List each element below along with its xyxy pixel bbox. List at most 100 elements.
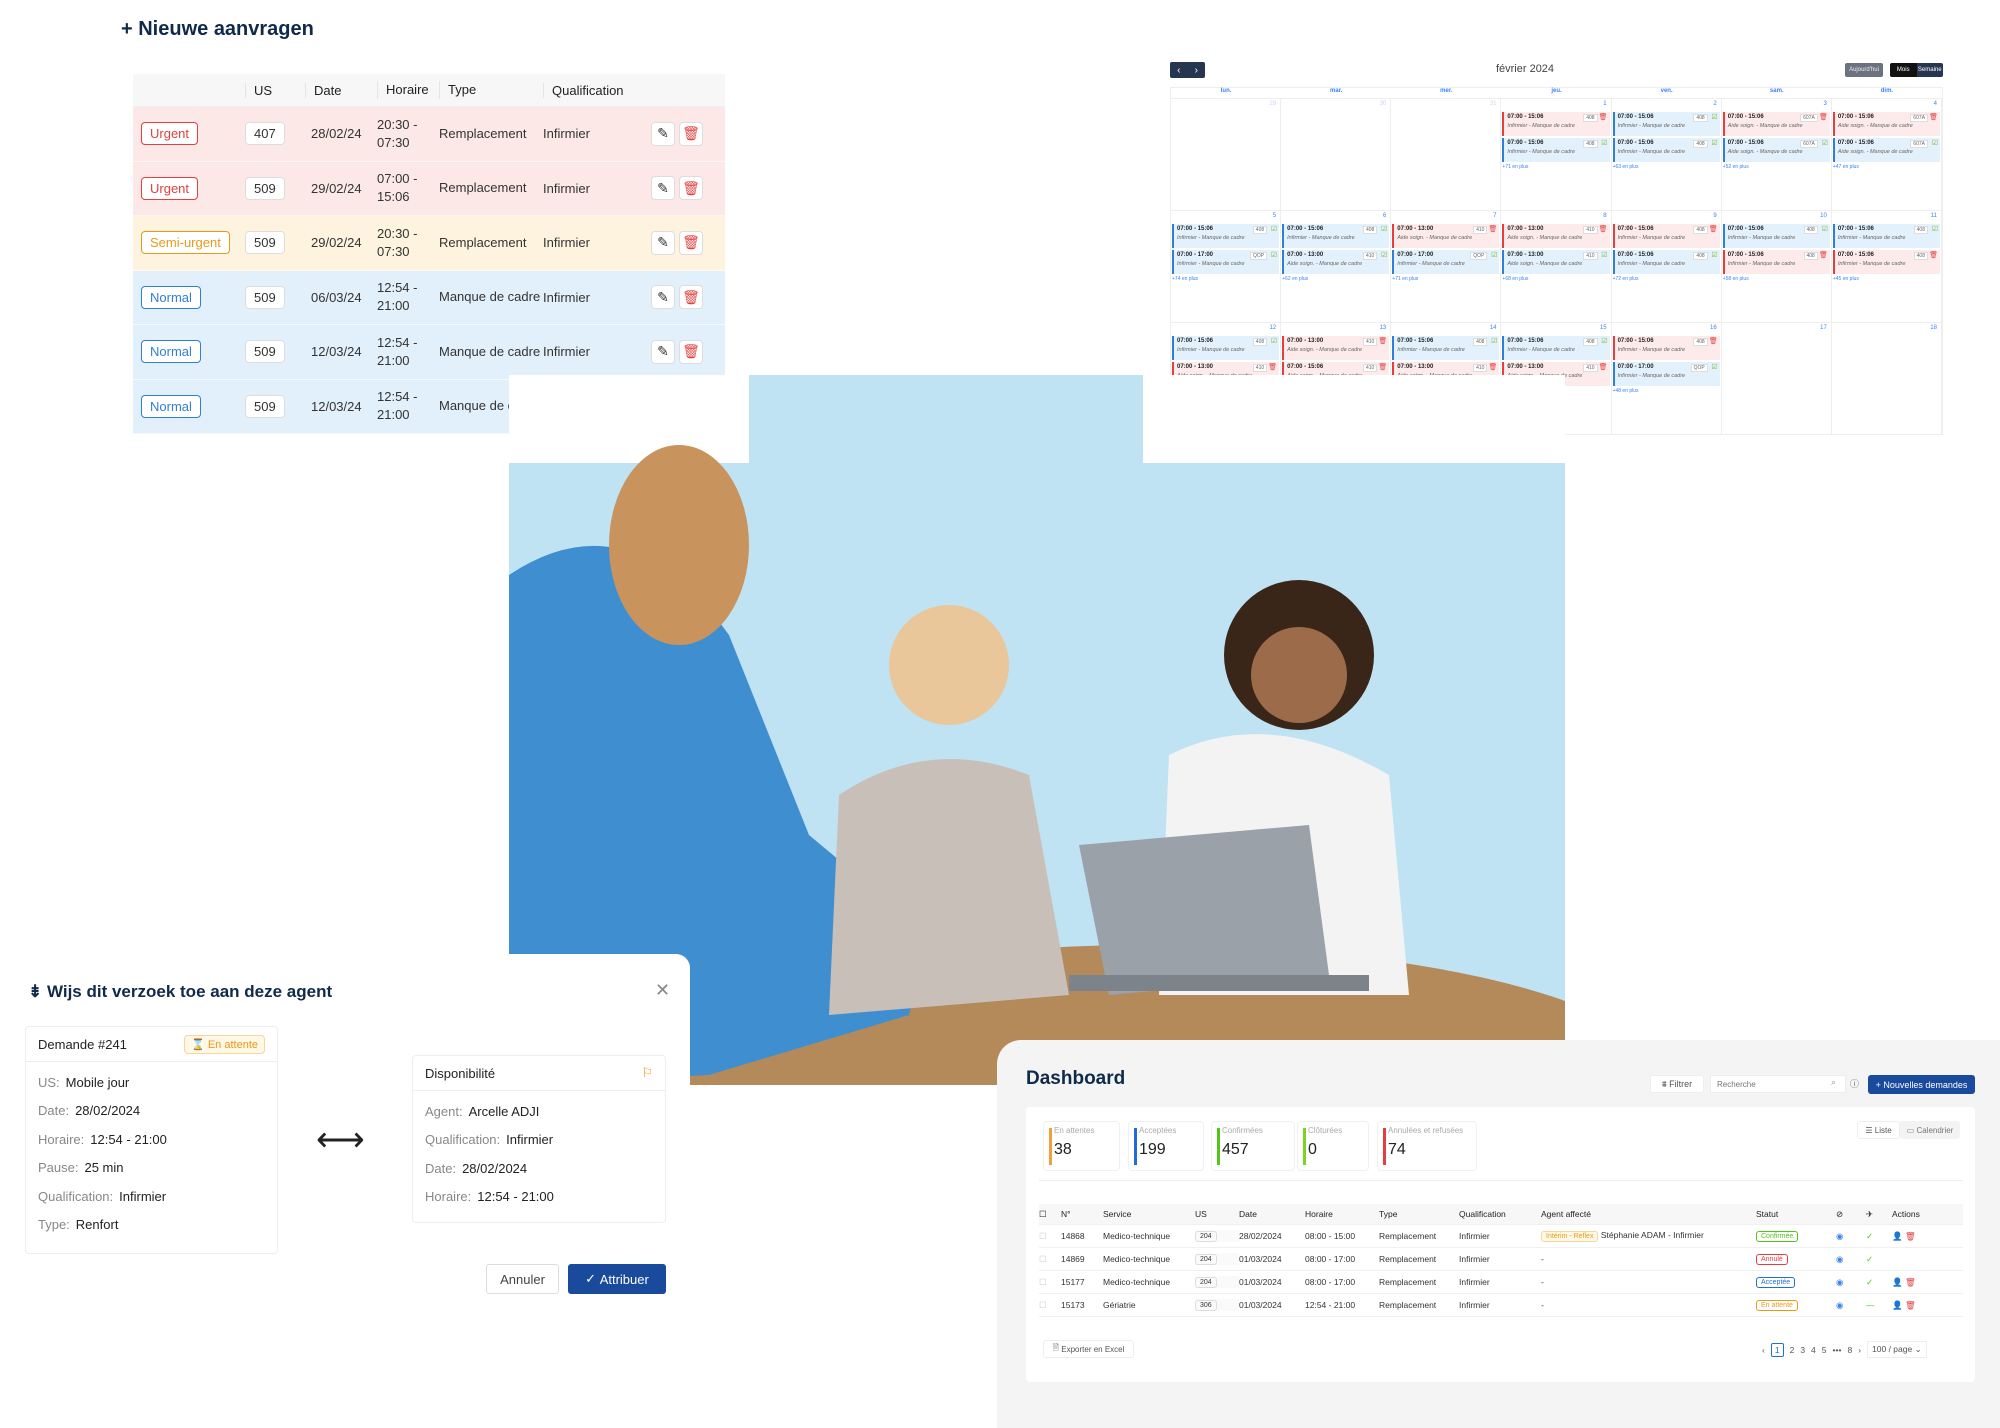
more-events-link[interactable]: +68 en plus (1502, 276, 1609, 282)
calendar-event[interactable]: 07:00 - 15:06 Infirmier - Manque de cadre… (1832, 250, 1940, 274)
delete-icon[interactable]: 🗑 (1903, 1300, 1916, 1310)
close-icon[interactable]: ✕ (655, 980, 670, 1001)
more-events-link[interactable]: +71 en plus (1502, 164, 1609, 170)
kpi-card[interactable]: Confirmées 457 (1211, 1121, 1295, 1171)
page-link[interactable]: 4 (1811, 1345, 1816, 1355)
check-icon[interactable]: ☑ (1381, 225, 1387, 233)
check-icon[interactable]: ☑ (1711, 251, 1717, 259)
delete-icon[interactable]: 🗑 (1903, 1231, 1916, 1241)
table-row[interactable]: ☐ 15177 Medico-technique 204 01/03/2024 08:00… (1039, 1271, 1963, 1294)
edit-icon[interactable]: ✎ (651, 121, 675, 146)
calendar-view-button[interactable]: ▭ Calendrier (1900, 1121, 1960, 1139)
delete-icon[interactable]: 🗑 (1819, 251, 1828, 259)
check-icon[interactable]: ☑ (1932, 139, 1938, 147)
row-checkbox[interactable]: ☐ (1039, 1254, 1061, 1265)
column-header[interactable]: Horaire (377, 81, 439, 99)
cancel-button[interactable]: Annuler (486, 1264, 559, 1294)
delete-icon[interactable]: 🗑 (1599, 113, 1608, 121)
table-row[interactable]: Urgent 407 28/02/24 20:30 - 07:30 Remplaceme… (133, 107, 725, 162)
view-icon[interactable]: ◉ (1836, 1300, 1843, 1310)
check-icon[interactable]: ☑ (1711, 113, 1717, 121)
calendar-day[interactable]: 3 07:00 - 15:06 Aide soign. - Manque de ca… (1722, 99, 1832, 210)
assign-button[interactable]: ✓ Attribuer (568, 1264, 666, 1294)
page-link[interactable]: 2 (1790, 1345, 1795, 1355)
table-row[interactable]: Normal 509 12/03/24 12:54 - 21:00 Manque de … (133, 325, 725, 380)
page-link[interactable]: 3 (1800, 1345, 1805, 1355)
new-requests-button[interactable]: + Nouvelles demandes (1868, 1075, 1975, 1094)
calendar-day[interactable]: 18 (1832, 323, 1942, 434)
delete-icon[interactable]: 🗑 (1903, 1277, 1916, 1287)
more-events-link[interactable]: +74 en plus (1172, 276, 1279, 282)
row-checkbox[interactable]: ☐ (1039, 1277, 1061, 1288)
filter-button[interactable]: ⩩ Filtrer (1650, 1075, 1704, 1093)
delete-icon[interactable]: 🗑 (679, 121, 703, 146)
calendar-day[interactable]: 2 07:00 - 15:06 Infirmier - Manque de cadr… (1612, 99, 1722, 210)
view-week-button[interactable]: Semaine (1916, 63, 1943, 77)
more-events-link[interactable]: +45 en plus (1833, 276, 1940, 282)
calendar-event[interactable]: 07:00 - 13:00Aide soign. - Manque de cad… (1502, 224, 1610, 248)
check-icon[interactable]: ☑ (1822, 139, 1828, 147)
delete-icon[interactable]: 🗑 (679, 230, 703, 255)
delete-icon[interactable]: 🗑 (1929, 251, 1938, 259)
row-checkbox[interactable]: ☐ (1039, 1300, 1061, 1311)
check-icon[interactable]: ☑ (1601, 139, 1607, 147)
column-header[interactable]: ☐ (1039, 1209, 1061, 1220)
calendar-event[interactable]: 07:00 - 17:00 Infirmier - Manque de cadre… (1612, 362, 1720, 386)
delete-icon[interactable]: 🗑 (1599, 363, 1608, 371)
check-icon[interactable]: ☑ (1711, 139, 1717, 147)
table-row[interactable]: ☐ 15173 Gériatrie 306 01/03/2024 12:54 - 21:0… (1039, 1294, 1963, 1317)
column-header[interactable]: ⊘ (1836, 1209, 1866, 1220)
kpi-card[interactable]: En attentes 38 (1043, 1121, 1120, 1171)
assign-agent-icon[interactable]: 👤 (1892, 1277, 1903, 1287)
column-header[interactable]: US (1195, 1209, 1239, 1219)
calendar-event[interactable]: 07:00 - 15:06 Infirmier - Manque de cadre… (1502, 138, 1610, 162)
calendar-day[interactable]: 29 (1171, 99, 1282, 210)
calendar-event[interactable]: 07:00 - 15:06 Infirmier - Manque de cadre… (1172, 336, 1280, 360)
delete-icon[interactable]: 🗑 (1378, 337, 1387, 345)
new-requests-title[interactable]: + Nieuwe aanvragen (121, 18, 314, 41)
calendar-event[interactable]: 07:00 - 15:06Aide soign. - Manque de cad… (1832, 138, 1940, 162)
delete-icon[interactable]: 🗑 (1489, 225, 1498, 233)
check-icon[interactable]: ☑ (1601, 337, 1607, 345)
column-header[interactable]: Service (1103, 1209, 1195, 1219)
column-header[interactable]: Date (1239, 1209, 1305, 1219)
check-icon[interactable]: ☑ (1271, 337, 1277, 345)
search-input[interactable] (1710, 1075, 1846, 1093)
delete-icon[interactable]: 🗑 (1599, 225, 1608, 233)
view-month-button[interactable]: Mois (1890, 63, 1917, 77)
kpi-card[interactable]: Annulées et refusées 74 (1377, 1121, 1477, 1171)
calendar-event[interactable]: 07:00 - 13:00Aide soign. - Manque de cad… (1392, 224, 1500, 248)
calendar-day[interactable]: 5 07:00 - 15:06 Infirmier - Manque de cadr… (1171, 211, 1282, 322)
calendar-event[interactable]: 07:00 - 15:06Aide soign. - Manque de cad… (1722, 138, 1830, 162)
page-size-select[interactable]: 100 / page ⌄ (1867, 1341, 1927, 1358)
view-icon[interactable]: ◉ (1836, 1277, 1843, 1287)
delete-icon[interactable]: 🗑 (679, 339, 703, 364)
calendar-day[interactable]: 10 07:00 - 15:06 Infirmier - Manque de cad… (1722, 211, 1832, 322)
check-icon[interactable]: ☑ (1601, 251, 1607, 259)
check-icon[interactable]: ☑ (1932, 225, 1938, 233)
prev-icon[interactable]: ‹ (1177, 65, 1180, 76)
assign-agent-icon[interactable]: 👤 (1892, 1300, 1903, 1310)
column-header[interactable]: Type (439, 81, 543, 99)
today-button[interactable]: Aujourd'hui (1845, 63, 1883, 77)
column-header[interactable]: ✈ (1866, 1209, 1892, 1220)
calendar-event[interactable]: 07:00 - 15:06 Infirmier - Manque de cadre… (1502, 112, 1610, 136)
calendar-event[interactable]: 07:00 - 15:06 Infirmier - Manque de cadre… (1612, 138, 1720, 162)
edit-icon[interactable]: ✎ (651, 176, 675, 201)
calendar-event[interactable]: 07:00 - 15:06 Infirmier - Manque de cadre… (1612, 112, 1720, 136)
check-icon[interactable]: ☑ (1822, 225, 1828, 233)
more-events-link[interactable]: +48 en plus (1613, 388, 1720, 394)
column-header[interactable]: Type (1379, 1209, 1459, 1219)
info-icon[interactable]: ⓘ (1850, 1077, 1859, 1090)
more-events-link[interactable]: +71 en plus (1392, 276, 1499, 282)
column-header[interactable]: Actions (1892, 1209, 1932, 1219)
calendar-event[interactable]: 07:00 - 15:06 Infirmier - Manque de cadre… (1612, 336, 1720, 360)
kpi-card[interactable]: Clôturées 0 (1297, 1121, 1369, 1171)
calendar-event[interactable]: 07:00 - 15:06Aide soign. - Manque de cad… (1722, 112, 1830, 136)
check-icon[interactable]: ☑ (1381, 251, 1387, 259)
assign-agent-icon[interactable]: 👤 (1892, 1231, 1903, 1241)
calendar-day[interactable]: 9 07:00 - 15:06 Infirmier - Manque de cadr… (1612, 211, 1722, 322)
table-row[interactable]: Urgent 509 29/02/24 07:00 - 15:06 Remplaceme… (133, 161, 725, 216)
calendar-event[interactable]: 07:00 - 15:06 Infirmier - Manque de cadre… (1392, 336, 1500, 360)
more-events-link[interactable]: +47 en plus (1833, 164, 1940, 170)
